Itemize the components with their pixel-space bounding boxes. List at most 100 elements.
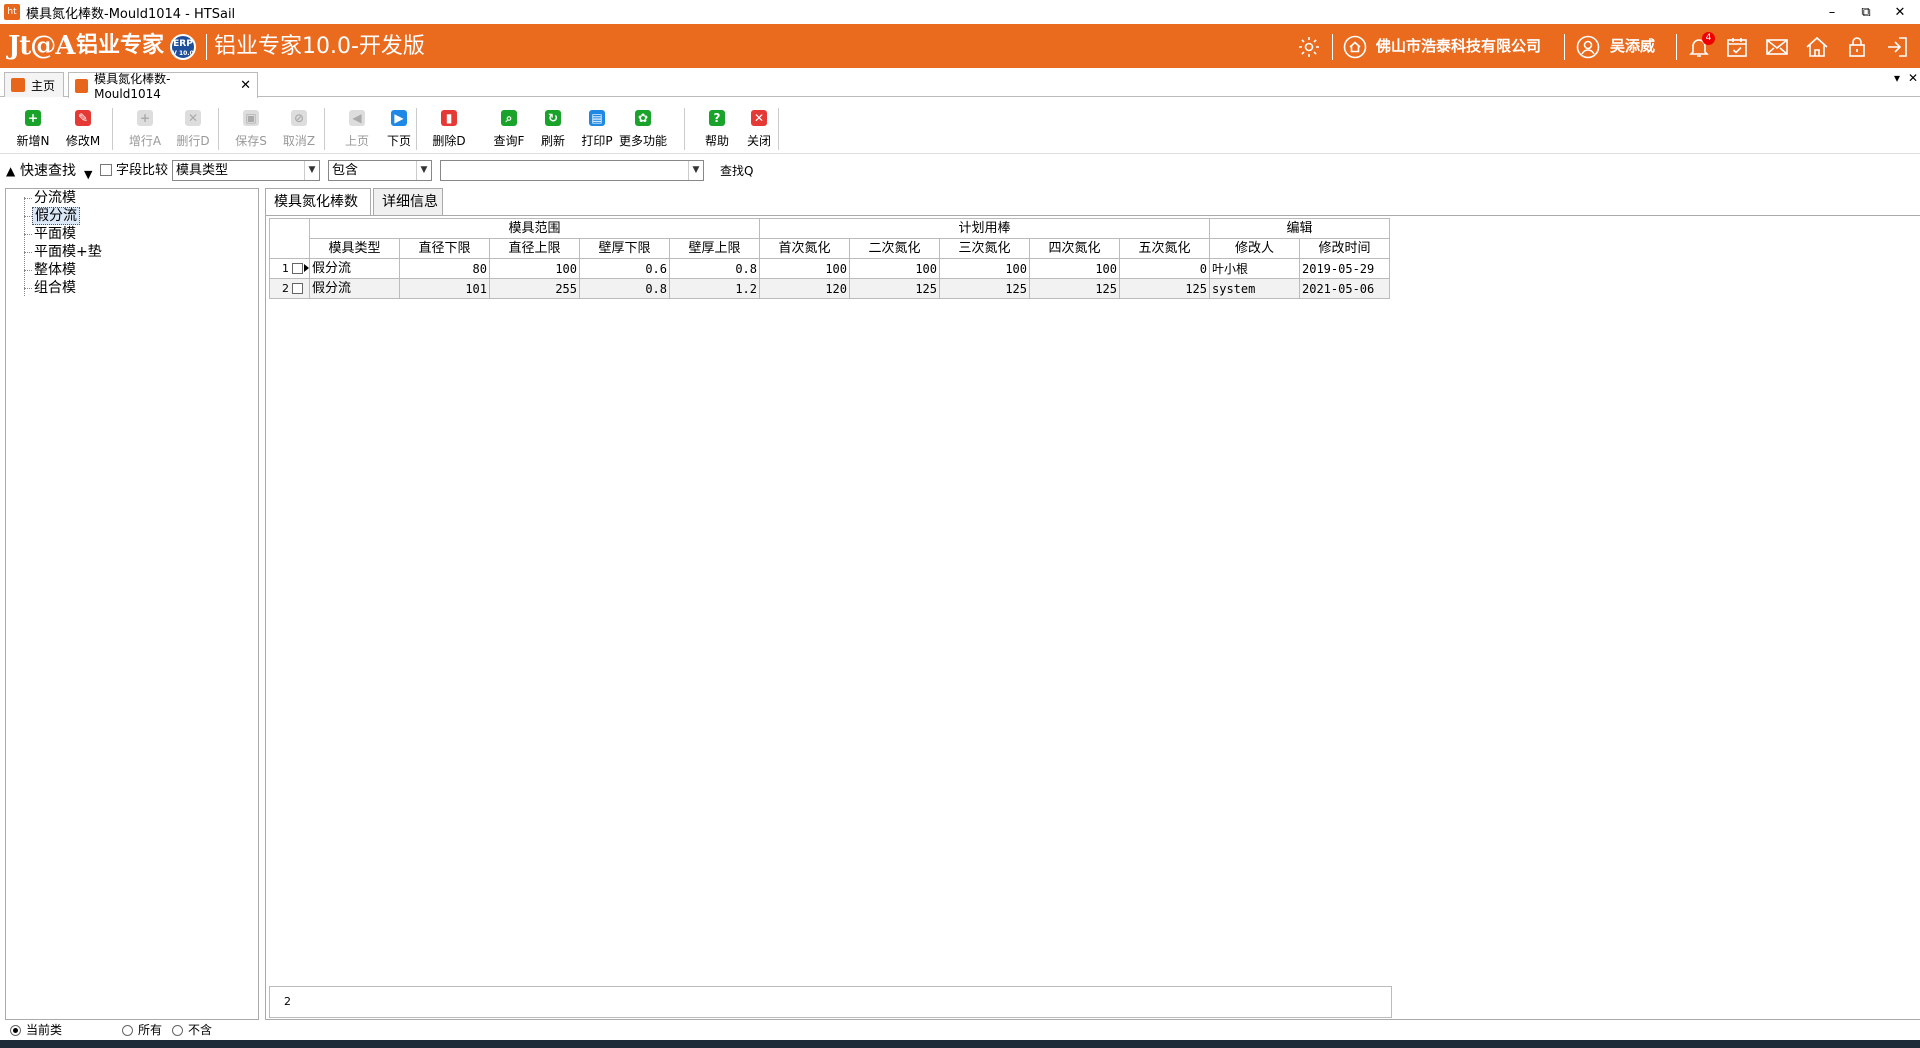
table-cell[interactable]: 125 (1119, 278, 1210, 299)
field-compare-checkbox[interactable]: 字段比较 (100, 160, 168, 182)
tab-mould1014[interactable]: 模具氮化棒数-Mould1014 ✕ (68, 72, 258, 101)
table-cell[interactable]: 120 (759, 278, 850, 299)
cancel-button[interactable]: ⊘ 取消Z (276, 106, 322, 152)
save-button[interactable]: ▣ 保存S (228, 106, 274, 152)
table-cell[interactable]: 255 (489, 278, 580, 299)
column-header[interactable]: 三次氮化 (939, 238, 1030, 259)
tab-close-all-icon[interactable]: ✕ (1908, 71, 1918, 85)
radio-circle (172, 1024, 183, 1036)
tab-home[interactable]: 主页 (4, 72, 64, 97)
toolbar-button-label: 打印P (581, 134, 613, 148)
settings-gear-icon[interactable] (1296, 34, 1322, 60)
row-header[interactable]: 2 (269, 278, 310, 299)
table-cell[interactable]: 假分流 (309, 258, 400, 279)
table-cell[interactable]: 100 (849, 258, 940, 279)
delete-row-button[interactable]: ✕ 删行D (170, 106, 216, 152)
table-row[interactable]: 1 假分流 80 100 0.6 0.8 100 100 100 100 0 叶小根 2019-05-2… (269, 258, 1390, 279)
search-operator-select[interactable]: 包含 ▼ (328, 160, 432, 181)
table-cell[interactable]: 101 (399, 278, 490, 299)
column-header[interactable]: 模具类型 (309, 238, 400, 259)
tree-item[interactable]: 整体模 (32, 261, 78, 279)
tree-connector (24, 198, 32, 199)
refresh-button[interactable]: ↻ 刷新 (530, 106, 576, 152)
row-select-checkbox[interactable] (292, 263, 303, 274)
edit-button[interactable]: ✎ 修改M (60, 106, 106, 152)
collapse-up-icon[interactable]: ▲ (6, 160, 15, 182)
query-button[interactable]: ⌕ 查询F (486, 106, 532, 152)
table-cell[interactable]: 叶小根 (1209, 258, 1300, 279)
column-header[interactable]: 首次氮化 (759, 238, 850, 259)
table-row[interactable]: 2 假分流 101 255 0.8 1.2 120 125 125 125 125 system 202… (269, 278, 1390, 299)
user-name[interactable]: 吴添威 (1610, 36, 1655, 56)
more-functions-button[interactable]: ✿ 更多功能 (619, 106, 667, 152)
column-header[interactable]: 修改时间 (1299, 238, 1390, 259)
table-cell[interactable]: 125 (849, 278, 940, 299)
table-cell[interactable]: system (1209, 278, 1300, 299)
column-header[interactable]: 二次氮化 (849, 238, 940, 259)
tree-connector (24, 252, 32, 253)
table-cell[interactable]: 0.8 (579, 278, 670, 299)
tab-nitriding-count[interactable]: 模具氮化棒数 (265, 188, 371, 217)
table-cell[interactable]: 125 (1029, 278, 1120, 299)
table-cell[interactable]: 0 (1119, 258, 1210, 279)
column-header[interactable]: 修改人 (1209, 238, 1300, 259)
radio-current-class[interactable]: 当前类 (10, 1023, 62, 1037)
tree-item[interactable]: 平面模 (32, 225, 78, 243)
tab-list-chevron-icon[interactable]: ▾ (1894, 71, 1900, 85)
table-cell[interactable]: 假分流 (309, 278, 400, 299)
radio-label: 当前类 (26, 1023, 63, 1037)
expand-down-icon[interactable]: ▼ (84, 164, 92, 186)
table-cell[interactable]: 0.8 (669, 258, 760, 279)
erp-badge-icon: ERP V 10.0 (170, 34, 196, 60)
add-button[interactable]: + 新增N (10, 106, 56, 152)
tree-connector (24, 288, 32, 289)
row-header[interactable]: 1 (269, 258, 310, 279)
calendar-check-icon[interactable] (1724, 34, 1750, 60)
toolbar-button-label: 查询F (493, 134, 525, 148)
table-cell[interactable]: 125 (939, 278, 1030, 299)
column-header[interactable]: 壁厚上限 (669, 238, 760, 259)
tab-close-icon[interactable]: ✕ (240, 78, 251, 93)
delete-button[interactable]: ▮ 删除D (426, 106, 472, 152)
tree-item[interactable]: 组合模 (32, 279, 78, 297)
refresh-icon: ↻ (545, 110, 561, 126)
mail-icon[interactable] (1764, 34, 1790, 60)
close-window-button[interactable]: ✕ (1880, 0, 1920, 24)
lock-icon[interactable] (1844, 34, 1870, 60)
column-header[interactable]: 四次氮化 (1029, 238, 1120, 259)
table-cell[interactable]: 80 (399, 258, 490, 279)
column-header[interactable]: 壁厚下限 (579, 238, 670, 259)
search-button[interactable]: 查找Q (720, 160, 753, 182)
column-header[interactable]: 五次氮化 (1119, 238, 1210, 259)
search-value-input[interactable]: ▼ (440, 160, 704, 181)
add-row-icon: + (137, 110, 153, 126)
prev-page-button[interactable]: ◀ 上页 (334, 106, 380, 152)
home-icon[interactable] (1804, 34, 1830, 60)
radio-exclude[interactable]: 不含 (172, 1023, 212, 1037)
table-cell[interactable]: 100 (939, 258, 1030, 279)
table-cell[interactable]: 100 (489, 258, 580, 279)
column-header[interactable]: 直径下限 (399, 238, 490, 259)
close-button[interactable]: ✕ 关闭 (736, 106, 782, 152)
tree-item[interactable]: 假分流 (32, 207, 80, 225)
print-button[interactable]: ▤ 打印P (574, 106, 620, 152)
table-cell[interactable]: 2021-05-06 (1299, 278, 1390, 299)
tab-details[interactable]: 详细信息 (373, 188, 443, 215)
search-field-select[interactable]: 模具类型 ▼ (172, 160, 320, 181)
tree-item[interactable]: 平面模+垫 (32, 243, 104, 261)
table-cell[interactable]: 2019-05-29 (1299, 258, 1390, 279)
tree-item[interactable]: 分流模 (32, 189, 78, 207)
table-cell[interactable]: 0.6 (579, 258, 670, 279)
row-select-checkbox[interactable] (292, 283, 303, 294)
row-header-corner (269, 218, 310, 259)
column-header[interactable]: 直径上限 (489, 238, 580, 259)
radio-all[interactable]: 所有 (122, 1023, 162, 1037)
add-row-button[interactable]: + 增行A (122, 106, 168, 152)
table-cell[interactable]: 100 (759, 258, 850, 279)
company-name[interactable]: 佛山市浩泰科技有限公司 (1376, 36, 1541, 56)
table-cell[interactable]: 100 (1029, 258, 1120, 279)
logout-icon[interactable] (1884, 34, 1910, 60)
table-cell[interactable]: 1.2 (669, 278, 760, 299)
tree-connector (24, 270, 32, 271)
help-button[interactable]: ? 帮助 (694, 106, 740, 152)
